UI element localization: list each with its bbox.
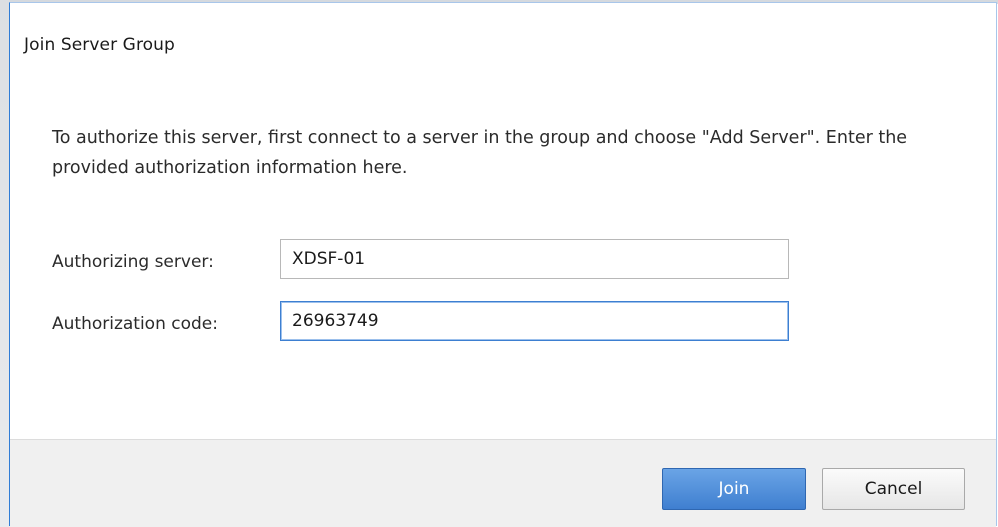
join-server-group-dialog: Join Server Group To authorize this serv…: [9, 2, 997, 527]
cancel-button[interactable]: Cancel: [822, 468, 965, 510]
join-button[interactable]: Join: [662, 468, 806, 510]
instructions-text: To authorize this server, first connect …: [52, 128, 908, 178]
authorizing-server-label: Authorizing server:: [52, 252, 214, 272]
authorizing-server-input[interactable]: [280, 239, 789, 279]
dialog-title: Join Server Group: [24, 35, 175, 55]
authorization-code-label: Authorization code:: [52, 314, 218, 334]
authorization-code-input[interactable]: [280, 301, 789, 341]
screen: Join Server Group To authorize this serv…: [0, 0, 998, 527]
dialog-footer: Join Cancel: [10, 439, 996, 527]
